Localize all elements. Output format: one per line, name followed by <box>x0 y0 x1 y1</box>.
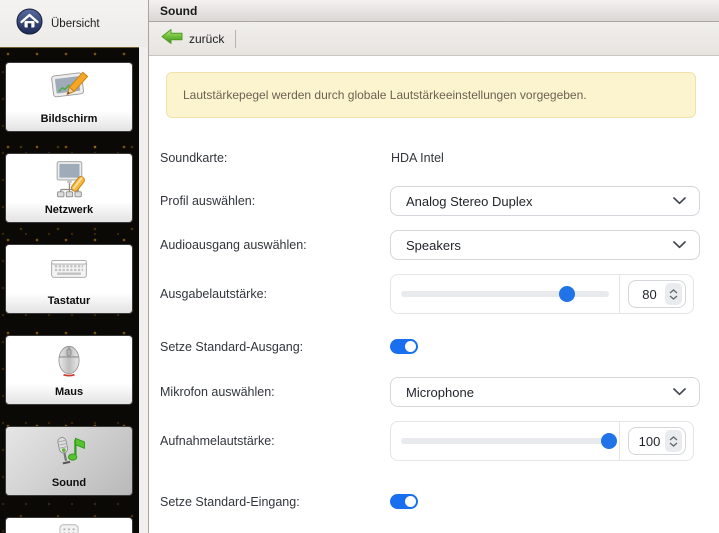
default-input-row: Setze Standard-Eingang: <box>160 494 719 509</box>
back-button-label: zurück <box>189 32 224 46</box>
page-title: Sound <box>160 4 197 18</box>
sidebar-item-label: Sound <box>52 477 86 489</box>
sidebar-item-label: Tastatur <box>48 295 91 307</box>
output-device-label: Audioausgang auswählen: <box>160 238 390 252</box>
profile-row: Profil auswählen: Analog Stereo Duplex <box>160 186 719 216</box>
sidebar: Übersicht <box>0 0 148 533</box>
chevron-down-icon <box>673 236 686 254</box>
input-volume-input[interactable]: 100 <box>628 427 686 455</box>
chevron-down-icon <box>673 192 686 210</box>
toolbar-separator <box>235 30 236 48</box>
device-icon <box>47 522 91 533</box>
network-icon <box>47 158 91 205</box>
sidebar-item-overview[interactable]: Übersicht <box>0 0 148 47</box>
input-volume-spin-area: 100 <box>619 422 693 460</box>
default-output-toggle[interactable] <box>390 339 418 354</box>
input-volume-control: 100 <box>390 421 694 461</box>
profile-label: Profil auswählen: <box>160 194 390 208</box>
default-input-toggle[interactable] <box>390 494 418 509</box>
toolbar: zurück <box>149 22 719 56</box>
notice-text: Lautstärkepegel werden durch globale Lau… <box>183 88 587 102</box>
sidebar-category-list: Bildschirm <box>0 47 139 533</box>
spinner-up-icon <box>669 436 678 441</box>
sidebar-item-label: Maus <box>55 386 83 398</box>
microphone-dropdown-value: Microphone <box>406 385 474 400</box>
default-output-label: Setze Standard-Ausgang: <box>160 340 390 354</box>
default-output-row: Setze Standard-Ausgang: <box>160 339 719 354</box>
slider-handle[interactable] <box>559 286 575 302</box>
sidebar-item-partial[interactable] <box>5 517 133 533</box>
soundcard-value: HDA Intel <box>390 151 444 165</box>
sidebar-item-tastatur[interactable]: Tastatur <box>5 244 133 314</box>
profile-dropdown-value: Analog Stereo Duplex <box>406 194 532 209</box>
output-volume-label: Ausgabelautstärke: <box>160 287 390 301</box>
slider-track[interactable] <box>401 438 609 444</box>
output-device-row: Audioausgang auswählen: Speakers <box>160 230 719 260</box>
sidebar-item-overview-label: Übersicht <box>51 18 100 30</box>
home-icon <box>16 8 43 40</box>
sidebar-item-sound[interactable]: Sound <box>5 426 133 496</box>
soundcard-label: Soundkarte: <box>160 151 390 165</box>
back-arrow-icon <box>161 28 183 50</box>
notice-banner: Lautstärkepegel werden durch globale Lau… <box>166 72 696 118</box>
spinner-up-icon <box>669 289 678 294</box>
profile-dropdown[interactable]: Analog Stereo Duplex <box>390 186 700 216</box>
input-volume-slider[interactable] <box>391 422 619 460</box>
default-input-label: Setze Standard-Eingang: <box>160 495 390 509</box>
sound-settings-window: Übersicht <box>0 0 719 533</box>
sidebar-item-maus[interactable]: Maus <box>5 335 133 405</box>
chevron-down-icon <box>673 383 686 401</box>
microphone-note-icon <box>47 431 91 478</box>
slider-handle[interactable] <box>601 433 617 449</box>
output-device-dropdown[interactable]: Speakers <box>390 230 700 260</box>
sidebar-item-netzwerk[interactable]: Netzwerk <box>5 153 133 223</box>
output-device-dropdown-value: Speakers <box>406 238 461 253</box>
toggle-knob <box>405 496 416 507</box>
microphone-label: Mikrofon auswählen: <box>160 385 390 399</box>
main-panel: Sound zurück <box>148 0 719 533</box>
sound-settings-form: Lautstärkepegel werden durch globale Lau… <box>149 56 719 533</box>
output-volume-input[interactable]: 80 <box>628 280 686 308</box>
microphone-dropdown[interactable]: Microphone <box>390 377 700 407</box>
output-volume-slider[interactable] <box>391 275 619 313</box>
sidebar-item-label: Netzwerk <box>45 204 93 216</box>
soundcard-row: Soundkarte: HDA Intel <box>160 151 719 165</box>
spinner-down-icon <box>669 442 678 447</box>
microphone-row: Mikrofon auswählen: Microphone <box>160 377 719 407</box>
input-volume-value: 100 <box>635 434 665 449</box>
display-edit-icon <box>47 67 91 114</box>
back-button[interactable]: zurück <box>157 26 228 52</box>
sidebar-item-bildschirm[interactable]: Bildschirm <box>5 62 133 132</box>
input-volume-row: Aufnahmelautstärke: 100 <box>160 421 719 461</box>
input-volume-label: Aufnahmelautstärke: <box>160 434 390 448</box>
panel-titlebar: Sound <box>149 0 719 22</box>
output-volume-value: 80 <box>635 287 665 302</box>
output-volume-control: 80 <box>390 274 694 314</box>
mouse-icon <box>47 340 91 387</box>
sidebar-item-label: Bildschirm <box>41 113 98 125</box>
keyboard-icon <box>47 249 91 296</box>
slider-track[interactable] <box>401 291 609 297</box>
output-volume-row: Ausgabelautstärke: 80 <box>160 274 719 314</box>
toggle-knob <box>405 341 416 352</box>
spinner-buttons[interactable] <box>665 430 682 452</box>
spinner-down-icon <box>669 295 678 300</box>
output-volume-spin-area: 80 <box>619 275 693 313</box>
spinner-buttons[interactable] <box>665 283 682 305</box>
